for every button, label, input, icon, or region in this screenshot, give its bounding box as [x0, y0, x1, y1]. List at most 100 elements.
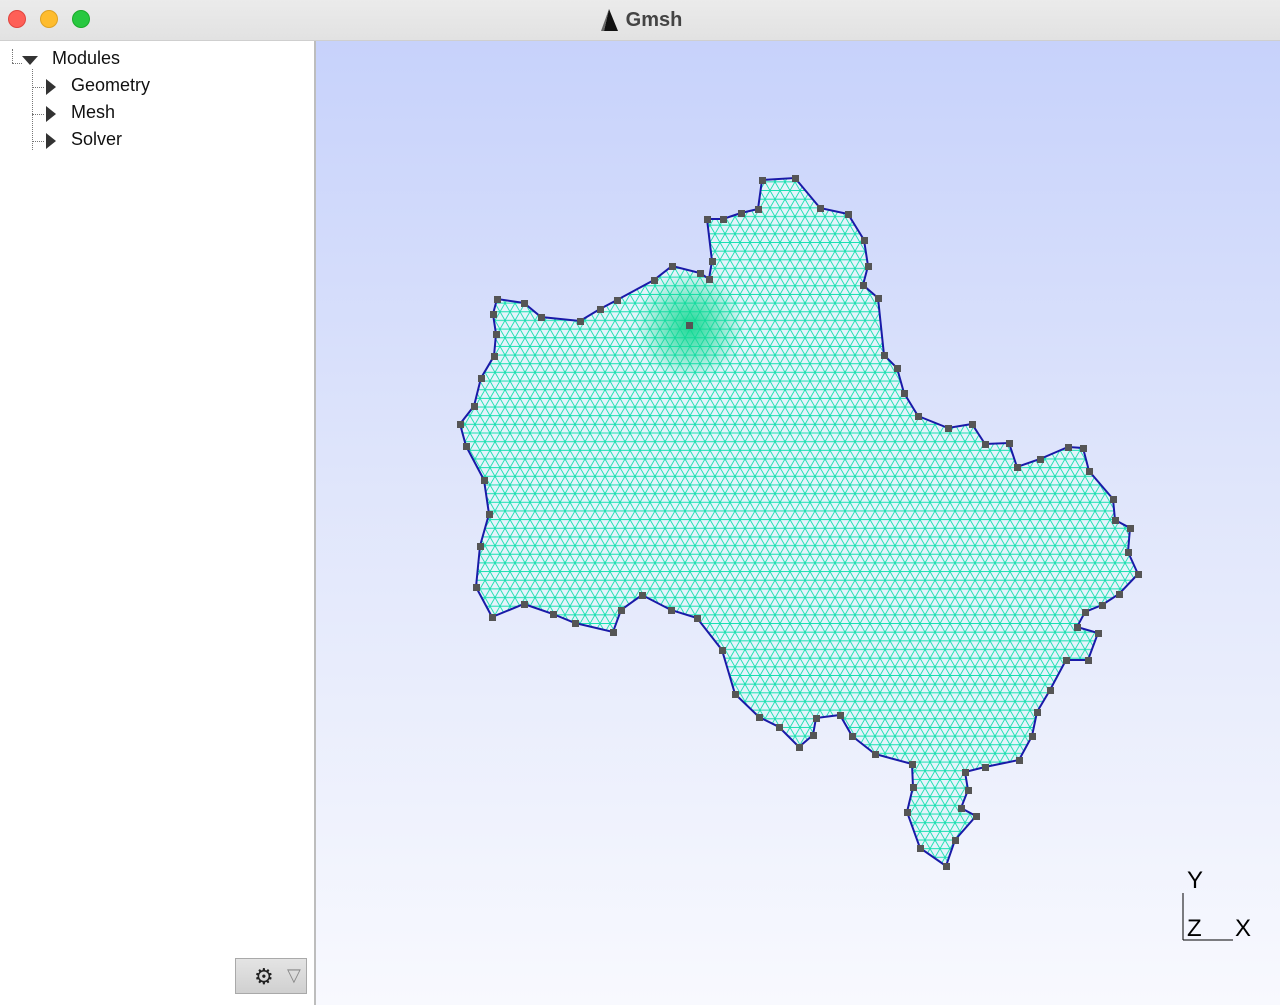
boundary-point — [917, 845, 924, 852]
boundary-point — [704, 216, 711, 223]
mesh-canvas[interactable] — [316, 41, 1280, 1005]
boundary-point — [894, 365, 901, 372]
boundary-point — [1014, 464, 1021, 471]
collapse-triangle-icon[interactable] — [22, 56, 38, 65]
boundary-point — [538, 314, 545, 321]
boundary-point — [521, 601, 528, 608]
boundary-point — [732, 691, 739, 698]
boundary-point — [521, 300, 528, 307]
boundary-point — [1112, 517, 1119, 524]
modules-tree-panel: Modules Geometry Mesh Solver — [0, 41, 316, 1005]
tree-connector — [32, 69, 33, 150]
boundary-point — [982, 764, 989, 771]
boundary-point — [962, 769, 969, 776]
boundary-point — [1074, 624, 1081, 631]
boundary-point — [1135, 571, 1142, 578]
boundary-point — [861, 237, 868, 244]
boundary-point — [1016, 757, 1023, 764]
window-title-text: Gmsh — [625, 8, 683, 31]
boundary-point — [1095, 630, 1102, 637]
boundary-point — [478, 375, 485, 382]
boundary-point — [943, 863, 950, 870]
boundary-point — [1085, 657, 1092, 664]
boundary-point — [759, 177, 766, 184]
axes-gizmo — [1182, 893, 1233, 941]
tree-connector — [32, 87, 44, 88]
tree-connector — [32, 141, 44, 142]
boundary-point — [572, 620, 579, 627]
boundary-point — [577, 318, 584, 325]
tree-item-label: Modules — [52, 48, 121, 68]
boundary-point — [463, 443, 470, 450]
boundary-point — [1127, 525, 1134, 532]
window-titlebar: Gmsh — [0, 0, 1280, 41]
boundary-point — [709, 258, 716, 265]
boundary-point — [813, 715, 820, 722]
boundary-point — [1116, 591, 1123, 598]
tree-item-label: Solver — [71, 129, 123, 149]
boundary-point — [901, 390, 908, 397]
boundary-point — [845, 211, 852, 218]
tree-connector — [12, 49, 13, 63]
boundary-point — [1110, 496, 1117, 503]
boundary-point — [910, 784, 917, 791]
boundary-point — [817, 205, 824, 212]
tree-item-label: Geometry — [71, 75, 151, 95]
boundary-point — [457, 421, 464, 428]
boundary-point — [965, 787, 972, 794]
window-title: Gmsh — [0, 8, 1280, 38]
boundary-point — [719, 647, 726, 654]
boundary-point — [597, 306, 604, 313]
boundary-point — [1029, 733, 1036, 740]
boundary-point — [651, 277, 658, 284]
boundary-point — [494, 296, 501, 303]
mesh-triangles — [460, 178, 1138, 866]
boundary-point — [1086, 468, 1093, 475]
settings-menu-button[interactable]: ⚙ ▽ — [235, 958, 307, 994]
boundary-point — [493, 331, 500, 338]
boundary-point — [694, 615, 701, 622]
boundary-point — [1065, 444, 1072, 451]
boundary-point — [1037, 456, 1044, 463]
boundary-point — [969, 421, 976, 428]
boundary-point — [473, 584, 480, 591]
boundary-point — [1099, 602, 1106, 609]
expand-triangle-icon[interactable] — [46, 79, 56, 95]
boundary-point — [756, 714, 763, 721]
boundary-point — [1063, 657, 1070, 664]
boundary-point — [477, 543, 484, 550]
embedded-point — [686, 322, 693, 329]
boundary-point — [755, 206, 762, 213]
dropdown-triangle-icon: ▽ — [287, 965, 301, 985]
boundary-point — [952, 837, 959, 844]
boundary-point — [1082, 609, 1089, 616]
boundary-point — [1080, 445, 1087, 452]
boundary-point — [668, 607, 675, 614]
boundary-point — [697, 270, 704, 277]
boundary-point — [669, 263, 676, 270]
boundary-point — [881, 352, 888, 359]
boundary-point — [1125, 549, 1132, 556]
gear-icon: ⚙ — [254, 964, 274, 989]
boundary-point — [1047, 687, 1054, 694]
boundary-point — [489, 614, 496, 621]
boundary-point — [792, 175, 799, 182]
expand-triangle-icon[interactable] — [46, 106, 56, 122]
tree-connector — [12, 63, 22, 64]
expand-triangle-icon[interactable] — [46, 133, 56, 149]
graphics-viewport[interactable]: Y Z X — [316, 41, 1280, 1005]
boundary-point — [860, 282, 867, 289]
boundary-point — [958, 805, 965, 812]
boundary-point — [481, 477, 488, 484]
boundary-point — [1034, 709, 1041, 716]
boundary-point — [706, 276, 713, 283]
tree-item-label: Mesh — [71, 102, 116, 122]
boundary-point — [720, 216, 727, 223]
boundary-point — [618, 607, 625, 614]
boundary-point — [490, 311, 497, 318]
boundary-point — [973, 813, 980, 820]
boundary-point — [945, 425, 952, 432]
boundary-point — [776, 724, 783, 731]
boundary-point — [909, 761, 916, 768]
boundary-point — [865, 263, 872, 270]
